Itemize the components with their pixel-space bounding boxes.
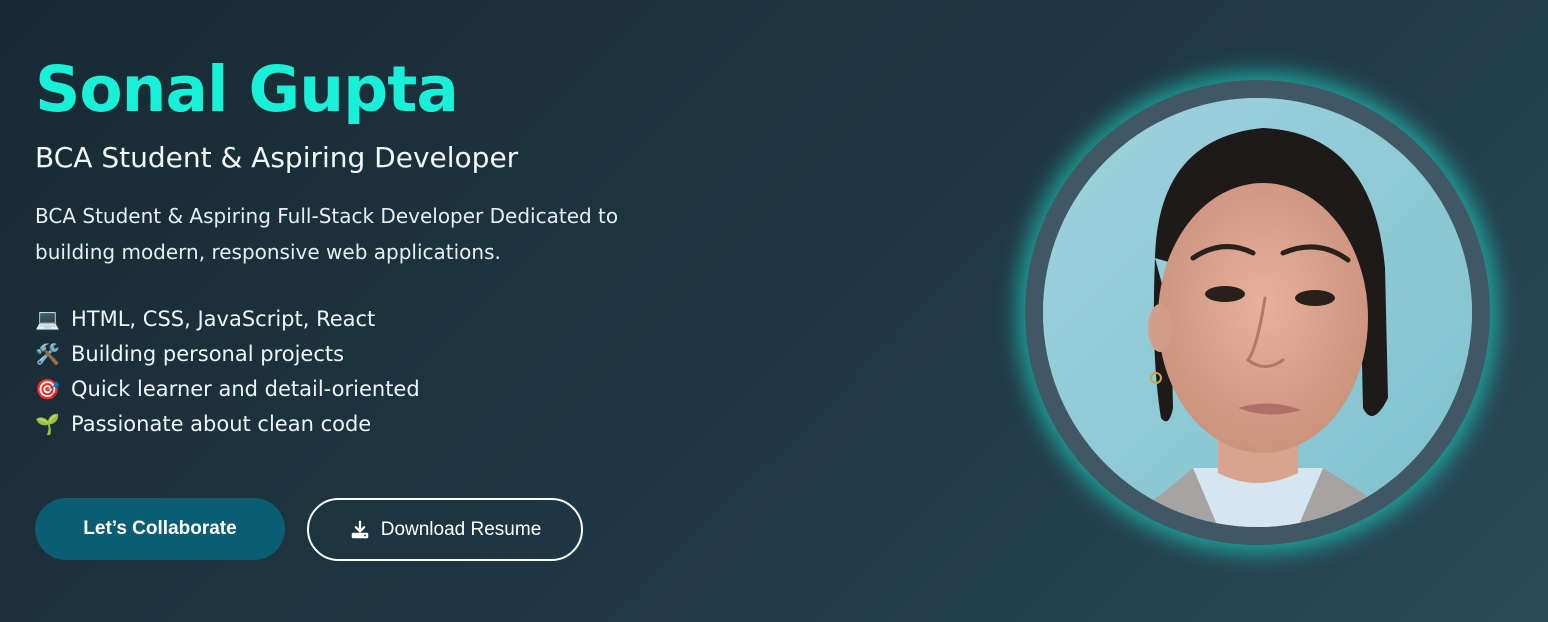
- hero-section: Sonal Gupta BCA Student & Aspiring Devel…: [0, 0, 1548, 622]
- hero-buttons: Let’s Collaborate Download Resume: [35, 498, 583, 561]
- highlight-item: 💻 HTML, CSS, JavaScript, React: [35, 302, 755, 337]
- download-icon: [351, 520, 368, 538]
- hero-role: BCA Student & Aspiring Developer: [35, 141, 519, 174]
- highlight-item: 🛠️ Building personal projects: [35, 337, 755, 372]
- seedling-icon: 🌱: [35, 412, 60, 436]
- download-resume-button[interactable]: Download Resume: [307, 498, 583, 561]
- highlights-list: 💻 HTML, CSS, JavaScript, React 🛠️ Buildi…: [35, 302, 755, 442]
- highlight-text: Passionate about clean code: [71, 412, 372, 436]
- highlight-text: HTML, CSS, JavaScript, React: [71, 307, 376, 331]
- highlight-item: 🎯 Quick learner and detail-oriented: [35, 372, 755, 407]
- profile-photo-frame: [1025, 80, 1490, 545]
- collaborate-button[interactable]: Let’s Collaborate: [35, 498, 285, 560]
- hero-text-column: Sonal Gupta BCA Student & Aspiring Devel…: [35, 50, 755, 458]
- profile-photo: [1043, 98, 1472, 527]
- download-resume-label: Download Resume: [380, 518, 542, 540]
- highlight-text: Quick learner and detail-oriented: [71, 377, 420, 401]
- tools-icon: 🛠️: [35, 342, 60, 366]
- laptop-icon: 💻: [35, 307, 60, 331]
- highlight-text: Building personal projects: [71, 342, 345, 366]
- target-icon: 🎯: [35, 377, 60, 401]
- profile-photo-illustration: [1043, 98, 1472, 527]
- hero-name: Sonal Gupta: [35, 53, 459, 126]
- highlight-item: 🌱 Passionate about clean code: [35, 407, 755, 442]
- hero-description: BCA Student & Aspiring Full-Stack Develo…: [35, 204, 619, 264]
